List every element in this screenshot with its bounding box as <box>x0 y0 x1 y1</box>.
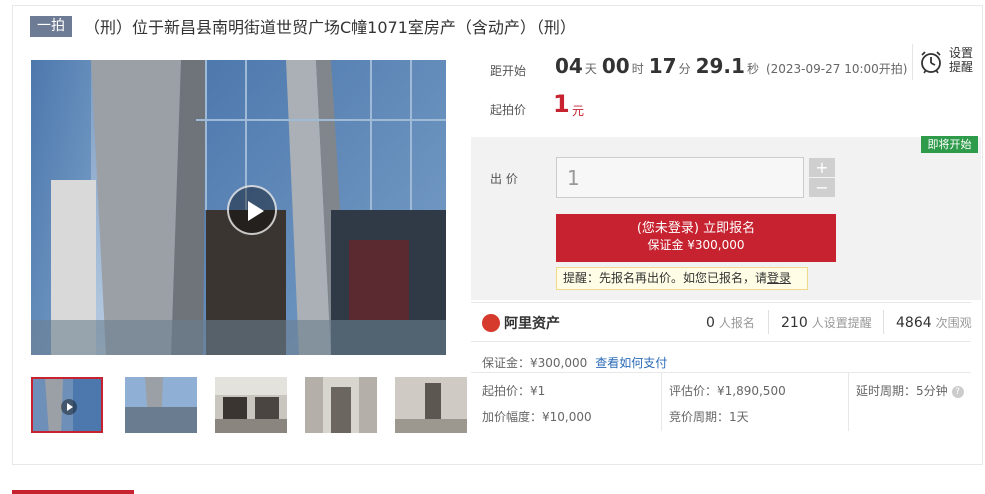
thumbnail-play-icon <box>61 399 77 415</box>
set-reminder-button[interactable]: 设置提醒 <box>912 44 978 80</box>
view-count-label: 次围观 <box>935 316 972 330</box>
thumbnail-1[interactable] <box>31 377 103 433</box>
stat-separator <box>883 310 884 334</box>
signup-tip: 提醒：先报名再出价。如您已报名，请登录 <box>556 267 808 290</box>
column-divider <box>661 373 662 431</box>
divider <box>471 372 971 373</box>
starting-price-unit: 元 <box>572 104 585 118</box>
deposit-text: 保证金：¥300,000 <box>482 356 588 370</box>
thumbnail-2[interactable] <box>125 377 197 433</box>
bid-label: 出 价 <box>490 172 518 186</box>
bid-amount-input[interactable] <box>556 157 804 198</box>
signup-count-label: 人报名 <box>718 316 755 330</box>
start-time-note: (2023-09-27 10:00开拍) <box>765 62 908 76</box>
platform-logo: 阿里资产 <box>482 313 560 333</box>
countdown-hours: 00 <box>601 54 630 78</box>
signup-count-value: 0 <box>706 315 715 331</box>
set-reminder-label: 设置提醒 <box>949 46 974 74</box>
countdown-days-unit: 天 <box>584 62 597 76</box>
thumbnail-3[interactable] <box>215 377 287 433</box>
platform-name: 阿里资产 <box>504 316 560 332</box>
column-divider <box>848 373 849 431</box>
signup-count: 0 人报名 <box>706 314 755 331</box>
deposit-info: 保证金：¥300,000 查看如何支付 <box>482 354 667 371</box>
countdown-days: 04 <box>555 54 583 78</box>
main-photo[interactable] <box>31 60 446 355</box>
countdown-seconds: 29.1 <box>695 54 745 78</box>
increase-bid-button[interactable]: + <box>809 158 835 177</box>
countdown: 04 天 00 时 17 分 29.1 秒 (2023-09-27 10:00开… <box>555 54 907 80</box>
signup-button[interactable]: (您未登录) 立即报名 保证金 ¥300,000 <box>556 214 836 262</box>
stat-separator <box>768 310 769 334</box>
thumbnail-strip <box>31 377 471 433</box>
view-count-value: 4864 <box>896 315 932 331</box>
countdown-label: 距开始 <box>490 64 527 78</box>
view-count: 4864 次围观 <box>896 314 972 331</box>
countdown-minutes: 17 <box>648 54 677 78</box>
how-to-pay-link[interactable]: 查看如何支付 <box>595 356 667 370</box>
increment-info: 加价幅度：¥10,000 <box>482 410 592 424</box>
thumbnail-4[interactable] <box>305 377 377 433</box>
reminder-count-label: 人设置提醒 <box>811 316 872 330</box>
delay-info: 延时周期：5分钟? <box>856 382 964 399</box>
delay-text: 延时周期：5分钟 <box>856 384 948 398</box>
countdown-seconds-unit: 秒 <box>746 62 759 76</box>
thumbnail-5[interactable] <box>395 377 467 433</box>
reminder-count-value: 210 <box>781 315 808 331</box>
starting-price-label: 起拍价 <box>490 103 527 117</box>
cycle-info: 竞价周期：1天 <box>669 410 749 424</box>
divider <box>471 341 971 342</box>
reminder-count: 210 人设置提醒 <box>781 314 872 331</box>
alarm-clock-icon <box>921 51 941 74</box>
divider <box>471 302 971 303</box>
countdown-minutes-unit: 分 <box>678 62 691 76</box>
login-link[interactable]: 登录 <box>767 271 791 285</box>
decrease-bid-button[interactable]: − <box>809 178 835 197</box>
status-badge: 即将开始 <box>921 136 978 153</box>
title-row: 一拍 （刑）位于新昌县南明街道世贸广场C幢1071室房产（含动产）（刑） <box>30 14 576 38</box>
round-badge: 一拍 <box>30 15 72 37</box>
appraisal-info: 评估价：¥1,890,500 <box>669 384 786 398</box>
tip-text: 提醒：先报名再出价。如您已报名，请 <box>563 271 768 285</box>
play-icon[interactable] <box>227 185 277 235</box>
start-price-info: 起拍价：¥1 <box>482 384 546 398</box>
ali-asset-logo-icon <box>482 314 500 332</box>
signup-deposit-label: 保证金 ¥300,000 <box>647 238 745 252</box>
tab-indicator <box>12 490 134 494</box>
starting-price-value: 1 <box>553 90 570 118</box>
signup-button-label: (您未登录) 立即报名 <box>636 221 756 236</box>
page-title: （刑）位于新昌县南明街道世贸广场C幢1071室房产（含动产）（刑） <box>84 18 576 37</box>
question-icon[interactable]: ? <box>951 385 964 398</box>
countdown-hours-unit: 时 <box>631 62 644 76</box>
